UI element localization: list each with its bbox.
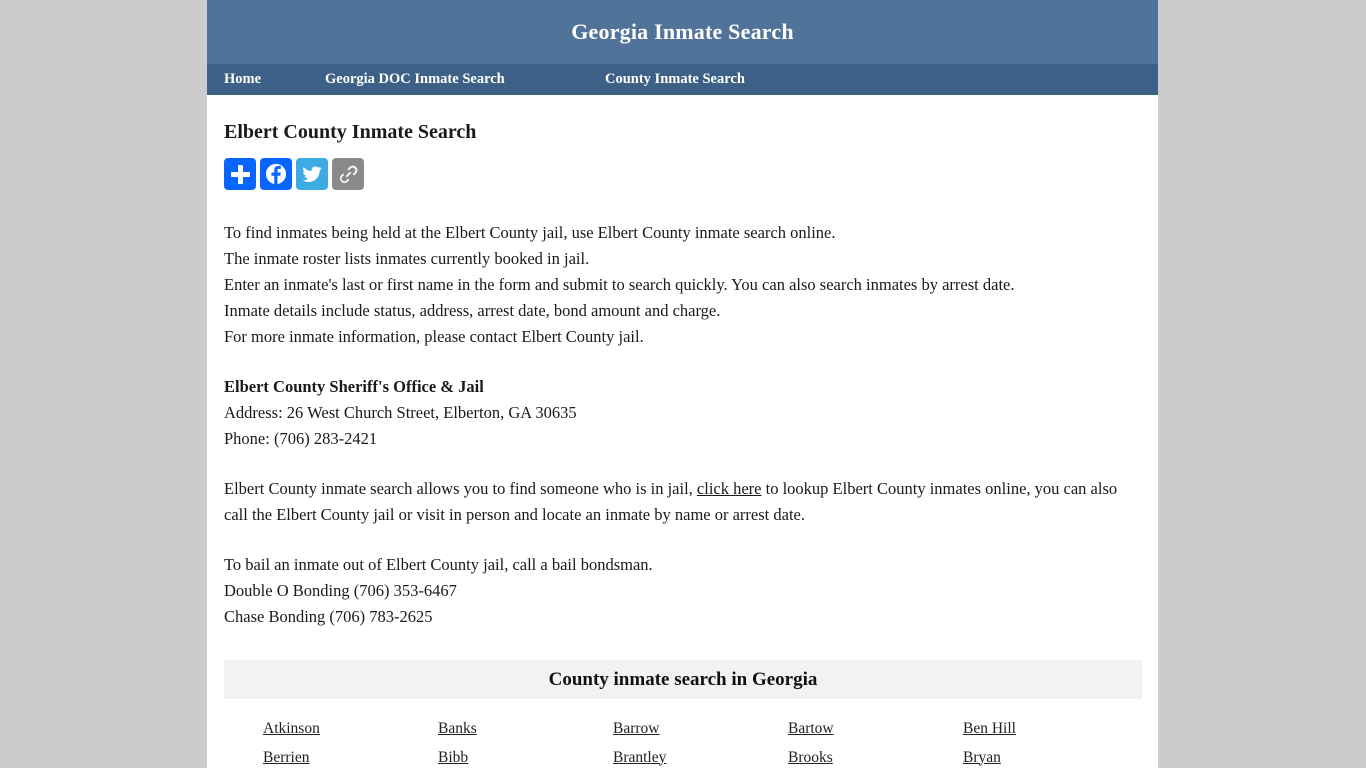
county-link-banks[interactable]: Banks (438, 720, 477, 737)
click-here-link[interactable]: click here (697, 479, 762, 498)
site-banner: Georgia Inmate Search (207, 0, 1158, 64)
link-icon (339, 165, 357, 183)
intro-line-3: Enter an inmate's last or first name in … (224, 275, 1015, 294)
county-link-bryan[interactable]: Bryan (963, 749, 1001, 766)
county-table-header: County inmate search in Georgia (224, 660, 1142, 699)
nav-item-home[interactable]: Home (224, 71, 325, 88)
jail-phone: Phone: (706) 283-2421 (224, 429, 378, 448)
county-cell: Barrow (574, 720, 749, 738)
plus-icon (230, 164, 250, 184)
twitter-icon (302, 166, 322, 182)
county-cell: Ben Hill (924, 720, 1099, 738)
jail-contact-block: Elbert County Sheriff's Office & Jail Ad… (224, 374, 1141, 452)
page-background: Georgia Inmate Search Home Georgia DOC I… (0, 0, 1366, 768)
share-buttons (224, 158, 1141, 190)
inmate-search-text: Elbert County inmate search allows you t… (224, 476, 1141, 528)
search-para-part1: Elbert County inmate search allows you t… (224, 479, 697, 498)
county-link-atkinson[interactable]: Atkinson (263, 720, 320, 737)
bondsman-1: Double O Bonding (706) 353-6467 (224, 581, 457, 600)
nav-item-county-inmate-search[interactable]: County Inmate Search (605, 71, 745, 88)
table-row: Berrien Bibb Brantley Brooks Bryan (224, 743, 1142, 768)
intro-line-1: To find inmates being held at the Elbert… (224, 223, 836, 242)
copy-link-button[interactable] (332, 158, 364, 190)
county-link-brantley[interactable]: Brantley (613, 749, 666, 766)
county-cell: Brantley (574, 749, 749, 767)
county-link-brooks[interactable]: Brooks (788, 749, 833, 766)
bondsman-2: Chase Bonding (706) 783-2625 (224, 607, 433, 626)
facebook-share-button[interactable] (260, 158, 292, 190)
inmate-search-paragraph: Elbert County inmate search allows you t… (224, 476, 1141, 528)
county-cell: Bibb (399, 749, 574, 767)
county-link-bibb[interactable]: Bibb (438, 749, 468, 766)
bail-intro: To bail an inmate out of Elbert County j… (224, 555, 653, 574)
table-row: Atkinson Banks Barrow Bartow Ben Hill (224, 714, 1142, 743)
nav-item-georgia-doc-inmate-search[interactable]: Georgia DOC Inmate Search (325, 71, 605, 88)
county-links-grid: Atkinson Banks Barrow Bartow Ben Hill Be… (224, 714, 1142, 768)
county-table-title: County inmate search in Georgia (548, 668, 818, 690)
addthis-share-button[interactable] (224, 158, 256, 190)
intro-line-4: Inmate details include status, address, … (224, 301, 721, 320)
bail-bondsman-block: To bail an inmate out of Elbert County j… (224, 552, 1141, 630)
county-link-ben-hill[interactable]: Ben Hill (963, 720, 1016, 737)
county-cell: Berrien (224, 749, 399, 767)
jail-name: Elbert County Sheriff's Office & Jail (224, 377, 484, 396)
twitter-share-button[interactable] (296, 158, 328, 190)
county-link-berrien[interactable]: Berrien (263, 749, 309, 766)
intro-line-2: The inmate roster lists inmates currentl… (224, 249, 590, 268)
main-navigation: Home Georgia DOC Inmate Search County In… (207, 64, 1158, 95)
intro-line-5: For more inmate information, please cont… (224, 327, 644, 346)
page-title: Elbert County Inmate Search (224, 121, 477, 143)
county-cell: Bryan (924, 749, 1099, 767)
site-container: Georgia Inmate Search Home Georgia DOC I… (207, 0, 1158, 768)
county-link-barrow[interactable]: Barrow (613, 720, 660, 737)
county-search-section: County inmate search in Georgia Atkinson… (224, 660, 1142, 768)
intro-paragraph: To find inmates being held at the Elbert… (224, 220, 1141, 350)
county-link-bartow[interactable]: Bartow (788, 720, 834, 737)
site-title: Georgia Inmate Search (571, 19, 794, 44)
facebook-icon (265, 163, 287, 185)
jail-address: Address: 26 West Church Street, Elberton… (224, 403, 577, 422)
county-cell: Banks (399, 720, 574, 738)
county-cell: Brooks (749, 749, 924, 767)
county-cell: Bartow (749, 720, 924, 738)
county-cell: Atkinson (224, 720, 399, 738)
main-content: Elbert County Inmate Search To find inma… (207, 95, 1158, 768)
